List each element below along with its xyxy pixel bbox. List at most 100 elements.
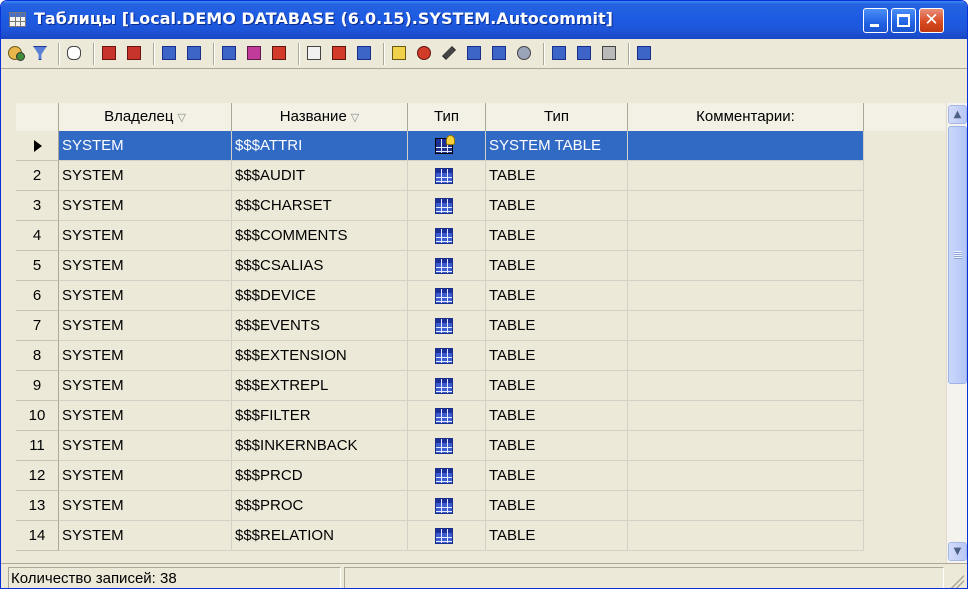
toolbar-properties-button[interactable]: [390, 43, 412, 65]
close-button[interactable]: ✕: [919, 8, 944, 33]
row-indicator[interactable]: 6: [16, 281, 59, 311]
table-row[interactable]: 2 SYSTEM $$$AUDIT TABLE: [16, 161, 946, 191]
cell-name[interactable]: $$$ATTRI: [232, 131, 408, 161]
cell-name[interactable]: $$$EXTENSION: [232, 341, 408, 371]
toolbar-options-button[interactable]: [600, 43, 622, 65]
toolbar-wand-button[interactable]: [440, 43, 462, 65]
cell-type[interactable]: TABLE: [486, 161, 628, 191]
toolbar-settings-button[interactable]: [515, 43, 537, 65]
row-indicator[interactable]: 12: [16, 461, 59, 491]
cell-comment[interactable]: [628, 311, 864, 341]
row-indicator[interactable]: 3: [16, 191, 59, 221]
cell-type-icon[interactable]: [408, 341, 486, 371]
cell-type-icon[interactable]: [408, 521, 486, 551]
cell-owner[interactable]: SYSTEM: [59, 341, 232, 371]
row-indicator[interactable]: 11: [16, 431, 59, 461]
cell-comment[interactable]: [628, 281, 864, 311]
cell-type[interactable]: TABLE: [486, 371, 628, 401]
cell-comment[interactable]: [628, 491, 864, 521]
cell-comment[interactable]: [628, 161, 864, 191]
maximize-button[interactable]: [891, 8, 916, 33]
cell-type-icon[interactable]: [408, 311, 486, 341]
table-row[interactable]: 3 SYSTEM $$$CHARSET TABLE: [16, 191, 946, 221]
toolbar-export-button[interactable]: [415, 43, 437, 65]
cell-type[interactable]: TABLE: [486, 401, 628, 431]
cell-type-icon[interactable]: [408, 371, 486, 401]
cell-type-icon[interactable]: [408, 491, 486, 521]
row-indicator[interactable]: 2: [16, 161, 59, 191]
cell-type-icon[interactable]: [408, 401, 486, 431]
column-header-name[interactable]: Название ▽: [232, 103, 408, 131]
minimize-button[interactable]: [863, 8, 888, 33]
row-indicator[interactable]: [16, 131, 59, 161]
cell-name[interactable]: $$$FILTER: [232, 401, 408, 431]
cell-comment[interactable]: [628, 461, 864, 491]
cell-owner[interactable]: SYSTEM: [59, 251, 232, 281]
table-row[interactable]: 8 SYSTEM $$$EXTENSION TABLE: [16, 341, 946, 371]
cell-name[interactable]: $$$COMMENTS: [232, 221, 408, 251]
vertical-scrollbar[interactable]: ▲ ▼: [946, 103, 967, 563]
toolbar-sql-button[interactable]: [305, 43, 327, 65]
table-row[interactable]: 4 SYSTEM $$$COMMENTS TABLE: [16, 221, 946, 251]
cell-name[interactable]: $$$DEVICE: [232, 281, 408, 311]
cell-type[interactable]: TABLE: [486, 341, 628, 371]
toolbar-view-button[interactable]: [635, 43, 657, 65]
toolbar-indexes-button[interactable]: [185, 43, 207, 65]
toolbar-users-button[interactable]: [550, 43, 572, 65]
cell-owner[interactable]: SYSTEM: [59, 461, 232, 491]
cell-type[interactable]: TABLE: [486, 281, 628, 311]
table-row[interactable]: 9 SYSTEM $$$EXTREPL TABLE: [16, 371, 946, 401]
cell-comment[interactable]: [628, 431, 864, 461]
toolbar-rights-button[interactable]: [575, 43, 597, 65]
cell-comment[interactable]: [628, 371, 864, 401]
cell-owner[interactable]: SYSTEM: [59, 191, 232, 221]
cell-owner[interactable]: SYSTEM: [59, 401, 232, 431]
cell-name[interactable]: $$$RELATION: [232, 521, 408, 551]
cell-owner[interactable]: SYSTEM: [59, 521, 232, 551]
cell-owner[interactable]: SYSTEM: [59, 491, 232, 521]
toolbar-columns-button[interactable]: [160, 43, 182, 65]
toolbar-chart-button[interactable]: [355, 43, 377, 65]
table-row[interactable]: 11 SYSTEM $$$INKERNBACK TABLE: [16, 431, 946, 461]
cell-type-icon[interactable]: [408, 191, 486, 221]
cell-name[interactable]: $$$PRCD: [232, 461, 408, 491]
cell-owner[interactable]: SYSTEM: [59, 371, 232, 401]
cell-type-icon[interactable]: [408, 161, 486, 191]
cell-type[interactable]: TABLE: [486, 461, 628, 491]
toolbar-delete-table-button[interactable]: [125, 43, 147, 65]
cell-owner[interactable]: SYSTEM: [59, 161, 232, 191]
cell-owner[interactable]: SYSTEM: [59, 431, 232, 461]
cell-comment[interactable]: [628, 401, 864, 431]
cell-type[interactable]: TABLE: [486, 311, 628, 341]
cell-type-icon[interactable]: [408, 281, 486, 311]
toolbar-keys-button[interactable]: [220, 43, 242, 65]
cell-comment[interactable]: [628, 221, 864, 251]
scroll-down-button[interactable]: ▼: [948, 542, 967, 561]
toolbar-find-button[interactable]: [65, 43, 87, 65]
row-indicator[interactable]: 4: [16, 221, 59, 251]
table-row[interactable]: SYSTEM $$$ATTRI SYSTEM TABLE: [16, 131, 946, 161]
row-indicator[interactable]: 5: [16, 251, 59, 281]
column-header-owner[interactable]: Владелец ▽: [59, 103, 232, 131]
toolbar-relations-button[interactable]: [270, 43, 292, 65]
row-indicator[interactable]: 13: [16, 491, 59, 521]
cell-type-icon[interactable]: [408, 431, 486, 461]
cell-owner[interactable]: SYSTEM: [59, 281, 232, 311]
title-bar[interactable]: Таблицы [Local.DEMO DATABASE (6.0.15).SY…: [1, 1, 967, 39]
cell-name[interactable]: $$$EXTREPL: [232, 371, 408, 401]
cell-name[interactable]: $$$PROC: [232, 491, 408, 521]
cell-type[interactable]: TABLE: [486, 191, 628, 221]
column-header-type-icon[interactable]: Тип: [408, 103, 486, 131]
table-row[interactable]: 5 SYSTEM $$$CSALIAS TABLE: [16, 251, 946, 281]
cell-name[interactable]: $$$INKERNBACK: [232, 431, 408, 461]
cell-owner[interactable]: SYSTEM: [59, 221, 232, 251]
cell-type-icon[interactable]: [408, 251, 486, 281]
toolbar-triggers-button[interactable]: [245, 43, 267, 65]
toolbar-refresh-button[interactable]: [6, 43, 28, 65]
row-indicator[interactable]: 8: [16, 341, 59, 371]
table-row[interactable]: 6 SYSTEM $$$DEVICE TABLE: [16, 281, 946, 311]
cell-type[interactable]: TABLE: [486, 251, 628, 281]
toolbar-filter-button[interactable]: [31, 43, 53, 65]
cell-comment[interactable]: [628, 521, 864, 551]
cell-comment[interactable]: [628, 191, 864, 221]
